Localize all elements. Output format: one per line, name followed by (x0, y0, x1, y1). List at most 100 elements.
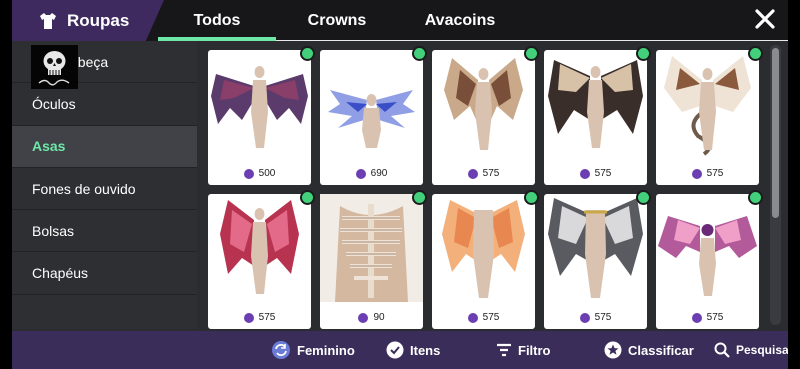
sidebar-item-asas[interactable]: Asas (12, 125, 197, 168)
coin-icon (579, 312, 590, 323)
coin-icon (467, 312, 478, 323)
item-price: 90 (320, 312, 423, 323)
sidebar-item-label: Asas (32, 138, 66, 155)
coin-icon (243, 312, 254, 323)
wings-preview (328, 90, 415, 148)
items-label: Itens (410, 342, 441, 358)
price-value: 575 (258, 312, 276, 323)
price-value: 575 (706, 312, 724, 323)
item-price: 575 (544, 312, 647, 323)
tab-todos[interactable]: Todos (158, 0, 276, 41)
price-value: 575 (594, 168, 612, 179)
coin-icon (579, 168, 590, 179)
item-price: 575 (656, 312, 759, 323)
item-card[interactable]: 575 (656, 190, 763, 329)
top-bar: Roupas Todos Crowns Avacoins (12, 0, 788, 41)
coin-icon (243, 168, 254, 179)
coin-icon (467, 168, 478, 179)
bottom-toolbar: Feminino Itens Filtro Classificar Pesqui… (12, 331, 788, 369)
owned-check-icon (524, 190, 539, 205)
filter-button[interactable]: Filtro (496, 331, 551, 369)
skull-icon (31, 45, 78, 89)
wings-preview (220, 200, 299, 294)
owned-check-icon (748, 190, 763, 205)
owned-check-icon (636, 190, 651, 205)
owned-check-icon (300, 190, 315, 205)
item-card[interactable]: 690 (320, 46, 427, 185)
filter-label: Filtro (518, 342, 551, 358)
price-value: 575 (706, 168, 724, 179)
owned-check-icon (748, 46, 763, 61)
wings-preview (320, 194, 423, 302)
item-price: 690 (320, 168, 423, 179)
wings-preview (444, 58, 523, 150)
sidebar-item-chapeus[interactable]: Chapéus (12, 252, 197, 295)
price-value: 500 (258, 168, 276, 179)
scrollbar-thumb[interactable] (772, 48, 779, 218)
item-card[interactable]: 90 (320, 190, 427, 329)
item-card[interactable]: 575 (656, 46, 763, 185)
sidebar-item-label: Bolsas (32, 222, 75, 239)
tab-bar: Todos Crowns Avacoins (158, 0, 522, 41)
owned-check-icon (300, 46, 315, 61)
sidebar-item-fones[interactable]: Fones de ouvido (12, 168, 197, 211)
category-title: Roupas (67, 10, 130, 30)
gender-toggle-button[interactable]: Feminino (271, 331, 355, 369)
search-button[interactable]: Pesquisa (714, 331, 788, 369)
sidebar-item-label: Óculos (32, 95, 76, 112)
close-icon[interactable] (754, 8, 776, 30)
sidebar-item-oculos[interactable]: Óculos (12, 83, 197, 126)
tab-divider (276, 40, 788, 41)
item-price: 575 (432, 312, 535, 323)
item-price: 575 (432, 168, 535, 179)
wings-preview (658, 216, 757, 296)
sort-button[interactable]: Classificar (604, 331, 694, 369)
check-circle-icon (386, 341, 404, 359)
star-badge-icon (604, 341, 622, 359)
items-filter-button[interactable]: Itens (386, 331, 440, 369)
owned-check-icon (412, 190, 427, 205)
price-value: 575 (594, 312, 612, 323)
wings-preview (664, 56, 751, 156)
coin-icon (691, 168, 702, 179)
coin-icon (358, 312, 369, 323)
coin-icon (355, 168, 366, 179)
category-header: Roupas (12, 0, 164, 41)
item-price: 575 (544, 168, 647, 179)
gender-swap-icon (272, 341, 290, 359)
item-card[interactable]: 575 (544, 46, 651, 185)
item-price: 575 (656, 168, 759, 179)
wings-preview (442, 200, 525, 298)
owned-check-icon (636, 46, 651, 61)
item-price: 575 (208, 312, 311, 323)
wings-preview (211, 66, 308, 148)
search-icon (714, 342, 730, 358)
search-label: Pesquisa (736, 343, 788, 357)
shirt-icon (40, 12, 56, 29)
price-value: 575 (482, 168, 500, 179)
item-card[interactable]: 575 (432, 46, 539, 185)
filter-icon (497, 343, 511, 357)
app-window: Roupas Todos Crowns Avacoins abeça Óculo… (12, 0, 788, 369)
wings-preview (548, 198, 643, 298)
price-value: 575 (482, 312, 500, 323)
price-value: 90 (373, 312, 385, 323)
sidebar-item-label: Fones de ouvido (32, 180, 136, 197)
sidebar-item-label: Chapéus (32, 265, 89, 282)
item-card[interactable]: 500 (208, 46, 315, 185)
wings-preview (548, 60, 643, 148)
gender-label: Feminino (297, 342, 355, 358)
owned-check-icon (524, 46, 539, 61)
item-price: 500 (208, 168, 311, 179)
coin-icon (691, 312, 702, 323)
sidebar-item-bolsas[interactable]: Bolsas (12, 210, 197, 253)
sort-label: Classificar (628, 342, 694, 358)
tab-avacoins[interactable]: Avacoins (398, 0, 522, 41)
owned-check-icon (412, 46, 427, 61)
item-card[interactable]: 575 (432, 190, 539, 329)
item-card[interactable]: 575 (544, 190, 651, 329)
price-value: 690 (370, 168, 388, 179)
tab-crowns[interactable]: Crowns (276, 0, 398, 41)
item-grid: 500 690 575 575 575 575 90 575 575 575 (208, 46, 764, 330)
item-card[interactable]: 575 (208, 190, 315, 329)
